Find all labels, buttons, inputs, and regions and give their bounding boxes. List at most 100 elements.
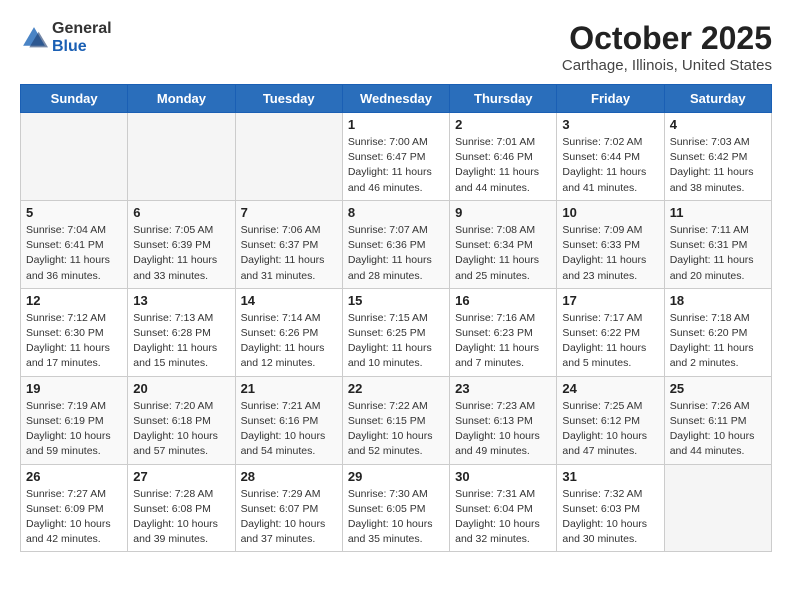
- day-info: Sunrise: 7:20 AM Sunset: 6:18 PM Dayligh…: [133, 399, 229, 460]
- day-info: Sunrise: 7:25 AM Sunset: 6:12 PM Dayligh…: [562, 399, 658, 460]
- calendar-cell: [235, 113, 342, 201]
- logo-icon: [20, 24, 48, 52]
- week-row-5: 26Sunrise: 7:27 AM Sunset: 6:09 PM Dayli…: [21, 464, 772, 552]
- location-subtitle: Carthage, Illinois, United States: [562, 57, 772, 74]
- day-info: Sunrise: 7:12 AM Sunset: 6:30 PM Dayligh…: [26, 311, 122, 372]
- weekday-header-wednesday: Wednesday: [342, 85, 449, 113]
- day-info: Sunrise: 7:16 AM Sunset: 6:23 PM Dayligh…: [455, 311, 551, 372]
- day-number: 9: [455, 205, 551, 220]
- calendar-cell: 2Sunrise: 7:01 AM Sunset: 6:46 PM Daylig…: [450, 113, 557, 201]
- calendar-cell: 20 Sunrise: 7:20 AM Sunset: 6:18 PM Dayli…: [128, 376, 235, 464]
- calendar-cell: 13 Sunrise: 7:13 AM Sunset: 6:28 PM Dayli…: [128, 288, 235, 376]
- day-number: 24: [562, 381, 658, 396]
- calendar-cell: 12 Sunrise: 7:12 AM Sunset: 6:30 PM Dayli…: [21, 288, 128, 376]
- calendar-cell: 26Sunrise: 7:27 AM Sunset: 6:09 PM Dayli…: [21, 464, 128, 552]
- weekday-header-monday: Monday: [128, 85, 235, 113]
- day-info: Sunrise: 7:02 AM Sunset: 6:44 PM Dayligh…: [562, 135, 658, 196]
- logo: General Blue: [20, 20, 112, 55]
- weekday-header-tuesday: Tuesday: [235, 85, 342, 113]
- day-info: Sunrise: 7:19 AM Sunset: 6:19 PM Dayligh…: [26, 399, 122, 460]
- day-info: Sunrise: 7:18 AM Sunset: 6:20 PM Dayligh…: [670, 311, 766, 372]
- calendar-cell: 29 Sunrise: 7:30 AM Sunset: 6:05 PM Dayli…: [342, 464, 449, 552]
- calendar-cell: 23 Sunrise: 7:23 AM Sunset: 6:13 PM Dayli…: [450, 376, 557, 464]
- day-info: Sunrise: 7:06 AM Sunset: 6:37 PM Dayligh…: [241, 223, 337, 284]
- calendar-cell: 15Sunrise: 7:15 AM Sunset: 6:25 PM Dayli…: [342, 288, 449, 376]
- day-info: Sunrise: 7:27 AM Sunset: 6:09 PM Dayligh…: [26, 487, 122, 548]
- day-number: 28: [241, 469, 337, 484]
- day-info: Sunrise: 7:21 AM Sunset: 6:16 PM Dayligh…: [241, 399, 337, 460]
- day-number: 7: [241, 205, 337, 220]
- weekday-header-sunday: Sunday: [21, 85, 128, 113]
- calendar-cell: 8 Sunrise: 7:07 AM Sunset: 6:36 PM Daylig…: [342, 200, 449, 288]
- day-number: 31: [562, 469, 658, 484]
- day-info: Sunrise: 7:07 AM Sunset: 6:36 PM Dayligh…: [348, 223, 444, 284]
- day-number: 25: [670, 381, 766, 396]
- calendar-cell: 18 Sunrise: 7:18 AM Sunset: 6:20 PM Dayli…: [664, 288, 771, 376]
- day-number: 4: [670, 117, 766, 132]
- calendar-cell: 17 Sunrise: 7:17 AM Sunset: 6:22 PM Dayli…: [557, 288, 664, 376]
- day-info: Sunrise: 7:15 AM Sunset: 6:25 PM Dayligh…: [348, 311, 444, 372]
- week-row-3: 12 Sunrise: 7:12 AM Sunset: 6:30 PM Dayli…: [21, 288, 772, 376]
- week-row-4: 19 Sunrise: 7:19 AM Sunset: 6:19 PM Dayli…: [21, 376, 772, 464]
- day-number: 8: [348, 205, 444, 220]
- day-info: Sunrise: 7:23 AM Sunset: 6:13 PM Dayligh…: [455, 399, 551, 460]
- day-number: 21: [241, 381, 337, 396]
- day-info: Sunrise: 7:03 AM Sunset: 6:42 PM Dayligh…: [670, 135, 766, 196]
- day-info: Sunrise: 7:32 AM Sunset: 6:03 PM Dayligh…: [562, 487, 658, 548]
- logo-blue-text: Blue: [52, 38, 112, 56]
- day-number: 11: [670, 205, 766, 220]
- day-info: Sunrise: 7:28 AM Sunset: 6:08 PM Dayligh…: [133, 487, 229, 548]
- calendar-cell: 11Sunrise: 7:11 AM Sunset: 6:31 PM Dayli…: [664, 200, 771, 288]
- day-number: 22: [348, 381, 444, 396]
- day-number: 29: [348, 469, 444, 484]
- day-number: 17: [562, 293, 658, 308]
- day-info: Sunrise: 7:04 AM Sunset: 6:41 PM Dayligh…: [26, 223, 122, 284]
- calendar-cell: 21 Sunrise: 7:21 AM Sunset: 6:16 PM Dayli…: [235, 376, 342, 464]
- title-block: October 2025 Carthage, Illinois, United …: [562, 20, 772, 74]
- day-info: Sunrise: 7:26 AM Sunset: 6:11 PM Dayligh…: [670, 399, 766, 460]
- weekday-header-row: SundayMondayTuesdayWednesdayThursdayFrid…: [21, 85, 772, 113]
- calendar-cell: 19 Sunrise: 7:19 AM Sunset: 6:19 PM Dayli…: [21, 376, 128, 464]
- day-info: Sunrise: 7:30 AM Sunset: 6:05 PM Dayligh…: [348, 487, 444, 548]
- logo-text: General Blue: [52, 20, 112, 55]
- day-number: 20: [133, 381, 229, 396]
- weekday-header-thursday: Thursday: [450, 85, 557, 113]
- day-number: 30: [455, 469, 551, 484]
- page-header: General Blue October 2025 Carthage, Illi…: [20, 20, 772, 74]
- day-number: 18: [670, 293, 766, 308]
- calendar-cell: 30 Sunrise: 7:31 AM Sunset: 6:04 PM Dayli…: [450, 464, 557, 552]
- calendar-cell: [664, 464, 771, 552]
- day-number: 23: [455, 381, 551, 396]
- day-number: 13: [133, 293, 229, 308]
- calendar-cell: [128, 113, 235, 201]
- calendar-cell: 14Sunrise: 7:14 AM Sunset: 6:26 PM Dayli…: [235, 288, 342, 376]
- weekday-header-friday: Friday: [557, 85, 664, 113]
- day-number: 27: [133, 469, 229, 484]
- calendar-cell: 9Sunrise: 7:08 AM Sunset: 6:34 PM Daylig…: [450, 200, 557, 288]
- day-number: 14: [241, 293, 337, 308]
- calendar-cell: 16 Sunrise: 7:16 AM Sunset: 6:23 PM Dayli…: [450, 288, 557, 376]
- calendar-cell: 7 Sunrise: 7:06 AM Sunset: 6:37 PM Daylig…: [235, 200, 342, 288]
- calendar-cell: [21, 113, 128, 201]
- day-info: Sunrise: 7:31 AM Sunset: 6:04 PM Dayligh…: [455, 487, 551, 548]
- day-info: Sunrise: 7:13 AM Sunset: 6:28 PM Dayligh…: [133, 311, 229, 372]
- calendar-table: SundayMondayTuesdayWednesdayThursdayFrid…: [20, 84, 772, 552]
- calendar-cell: 22Sunrise: 7:22 AM Sunset: 6:15 PM Dayli…: [342, 376, 449, 464]
- weekday-header-saturday: Saturday: [664, 85, 771, 113]
- day-number: 19: [26, 381, 122, 396]
- day-number: 6: [133, 205, 229, 220]
- calendar-cell: 24 Sunrise: 7:25 AM Sunset: 6:12 PM Dayli…: [557, 376, 664, 464]
- calendar-cell: 31 Sunrise: 7:32 AM Sunset: 6:03 PM Dayli…: [557, 464, 664, 552]
- month-title: October 2025: [562, 20, 772, 57]
- day-number: 10: [562, 205, 658, 220]
- week-row-1: 1Sunrise: 7:00 AM Sunset: 6:47 PM Daylig…: [21, 113, 772, 201]
- day-number: 1: [348, 117, 444, 132]
- calendar-cell: 27 Sunrise: 7:28 AM Sunset: 6:08 PM Dayli…: [128, 464, 235, 552]
- calendar-cell: 10Sunrise: 7:09 AM Sunset: 6:33 PM Dayli…: [557, 200, 664, 288]
- day-number: 16: [455, 293, 551, 308]
- day-number: 12: [26, 293, 122, 308]
- day-number: 5: [26, 205, 122, 220]
- calendar-cell: 25 Sunrise: 7:26 AM Sunset: 6:11 PM Dayli…: [664, 376, 771, 464]
- calendar-cell: 28Sunrise: 7:29 AM Sunset: 6:07 PM Dayli…: [235, 464, 342, 552]
- day-info: Sunrise: 7:17 AM Sunset: 6:22 PM Dayligh…: [562, 311, 658, 372]
